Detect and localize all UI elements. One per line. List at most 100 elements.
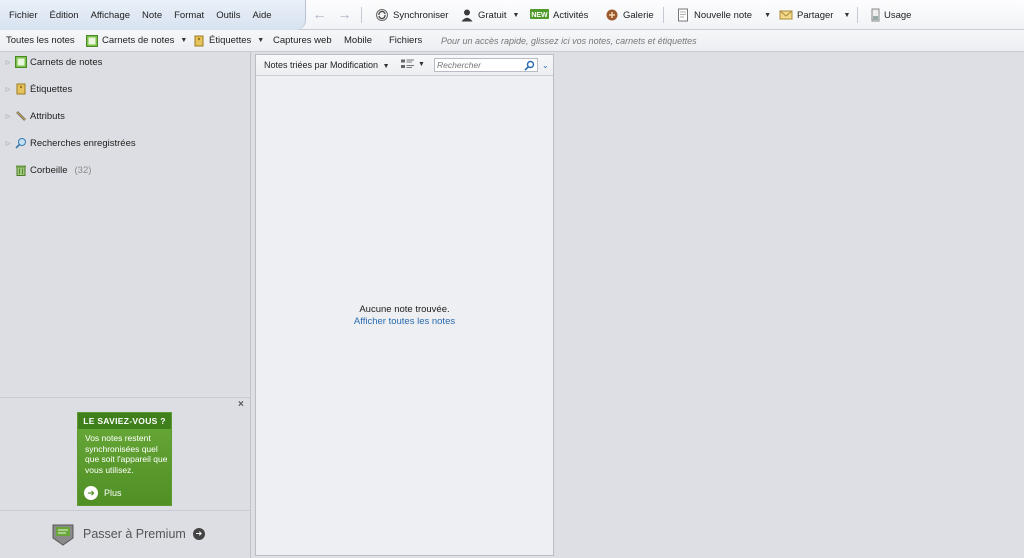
arrow-right-icon: ➜ [84,486,98,500]
toolbar-separator [857,7,858,23]
usage-button[interactable]: Usage [871,7,911,23]
search-box [434,58,538,72]
menu-note[interactable]: Note [136,10,168,21]
close-icon[interactable]: × [238,399,244,410]
shortcuts-hint: Pour un accès rapide, glissez ici vos no… [441,35,697,46]
new-note-button[interactable]: Nouvelle note ▼ [676,7,771,23]
sync-button[interactable]: Synchroniser [375,7,448,23]
sidebar-item-label: Recherches enregistrées [30,137,136,149]
menu-edition[interactable]: Édition [44,10,85,21]
forward-arrow-icon[interactable]: → [337,7,352,22]
menu-affichage[interactable]: Affichage [85,10,136,21]
toolbar-separator [361,7,362,23]
saved-search-icon [15,137,27,149]
shortcut-notebooks-label: Carnets de notes [102,35,175,46]
search-icon[interactable] [524,60,535,71]
shortcuts-bar: Toutes les notes Carnets de notes ▼ Étiq… [0,30,1024,52]
sidebar-item-saved-searches[interactable]: ▷ Recherches enregistrées [4,136,136,150]
gallery-label: Galerie [623,9,654,21]
sync-label: Synchroniser [393,9,449,21]
menu-fichier[interactable]: Fichier [3,10,44,21]
shortcut-files[interactable]: Fichiers [389,35,422,46]
sync-icon [375,8,389,22]
shortcut-tags[interactable]: Étiquettes ▼ [193,35,264,47]
chevron-down-icon: ▼ [512,11,520,19]
sidebar-item-trash[interactable]: Corbeille (32) [4,163,91,177]
gallery-button[interactable]: Galerie [605,7,654,23]
view-mode-dropdown[interactable]: ▼ [401,59,425,70]
menu-aide[interactable]: Aide [247,10,278,21]
share-label: Partager [797,9,834,21]
promo-more-link[interactable]: ➜ Plus [84,486,122,500]
notebook-icon [86,34,98,47]
sort-dropdown[interactable]: Notes triées par Modification ▼ [264,60,390,70]
sidebar-item-tags[interactable]: ▷ Étiquettes [4,82,72,96]
new-note-icon [676,8,690,22]
promo-divider [0,397,250,398]
tag-icon [15,83,27,95]
shortcut-tags-label: Étiquettes [209,35,252,46]
sidebar-item-label: Carnets de notes [30,56,103,68]
usage-label: Usage [884,9,912,21]
usage-meter-icon [871,8,880,22]
sidebar-item-label: Corbeille [30,164,68,176]
expand-triangle-icon[interactable]: ▷ [4,59,12,66]
note-list-panel: Notes triées par Modification ▼ ▼ ⌄ Aucu… [255,54,554,556]
menu-bar: Fichier Édition Affichage Note Format Ou… [0,0,306,30]
back-arrow-icon[interactable]: ← [312,7,327,22]
chevron-down-icon[interactable]: ▼ [843,12,850,19]
sidebar-item-attributes[interactable]: ▷ Attributs [4,109,65,123]
menu-format[interactable]: Format [168,10,210,21]
navigation-arrows: ← → [312,7,352,22]
search-input[interactable] [437,59,521,71]
expand-triangle-icon[interactable]: ▷ [4,113,12,120]
account-label: Gratuit [478,9,507,21]
sort-label: Notes triées par Modification [264,60,379,70]
promo-title: LE SAVIEZ-VOUS ? [78,413,171,429]
gallery-icon [605,8,619,22]
attributes-icon [15,110,27,122]
search-options-chevron-icon[interactable]: ⌄ [542,61,549,70]
promo-more-label: Plus [104,488,122,498]
promo-body: Vos notes restent synchronisées quel que… [85,433,168,475]
activity-badge: NEW [531,12,548,19]
show-all-notes-link[interactable]: Afficher toutes les notes [256,316,553,327]
empty-state-message: Aucune note trouvée. [359,304,450,315]
top-toolbar: Fichier Édition Affichage Note Format Ou… [0,0,1024,30]
activity-icon: NEW [530,8,549,22]
expand-triangle-icon[interactable]: ▷ [4,86,12,93]
chevron-down-icon: ▼ [180,37,188,44]
arrow-right-icon: ➜ [192,528,205,540]
chevron-down-icon: ▼ [418,61,425,68]
shortcut-mobile[interactable]: Mobile [344,35,372,46]
shortcut-notebooks[interactable]: Carnets de notes ▼ [86,34,188,47]
toolbar-separator [663,7,664,23]
sidebar-item-label: Attributs [30,110,65,122]
activity-label: Activités [553,9,589,21]
shortcut-web-clips[interactable]: Captures web [273,35,332,46]
premium-badge-icon [50,521,76,547]
chevron-down-icon: ▼ [382,63,390,70]
tag-icon [193,35,205,47]
menu-outils[interactable]: Outils [210,10,246,21]
sidebar-item-notebooks[interactable]: ▷ Carnets de notes [4,55,102,69]
notebook-icon [15,56,27,68]
activity-button[interactable]: NEW Activités [530,7,588,23]
premium-divider [0,510,250,511]
list-view-icon [401,59,414,68]
new-note-label: Nouvelle note [694,9,753,21]
account-button[interactable]: Gratuit ▼ [460,7,519,23]
expand-triangle-icon[interactable]: ▷ [4,140,12,147]
sidebar-item-label: Étiquettes [30,83,73,95]
share-envelope-icon [779,8,793,22]
sidebar: ▷ Carnets de notes ▷ Étiquettes ▷ Attrib… [0,52,251,558]
user-icon [460,8,474,22]
trash-count: (32) [74,164,92,176]
upgrade-premium-button[interactable]: Passer à Premium ➜ [50,521,205,547]
shortcut-all-notes[interactable]: Toutes les notes [6,35,75,46]
chevron-down-icon[interactable]: ▼ [764,12,771,19]
chevron-down-icon: ▼ [257,37,265,44]
did-you-know-promo[interactable]: LE SAVIEZ-VOUS ? Vos notes restent synch… [77,412,172,506]
share-button[interactable]: Partager ▼ [779,7,850,23]
trash-icon [15,164,27,176]
